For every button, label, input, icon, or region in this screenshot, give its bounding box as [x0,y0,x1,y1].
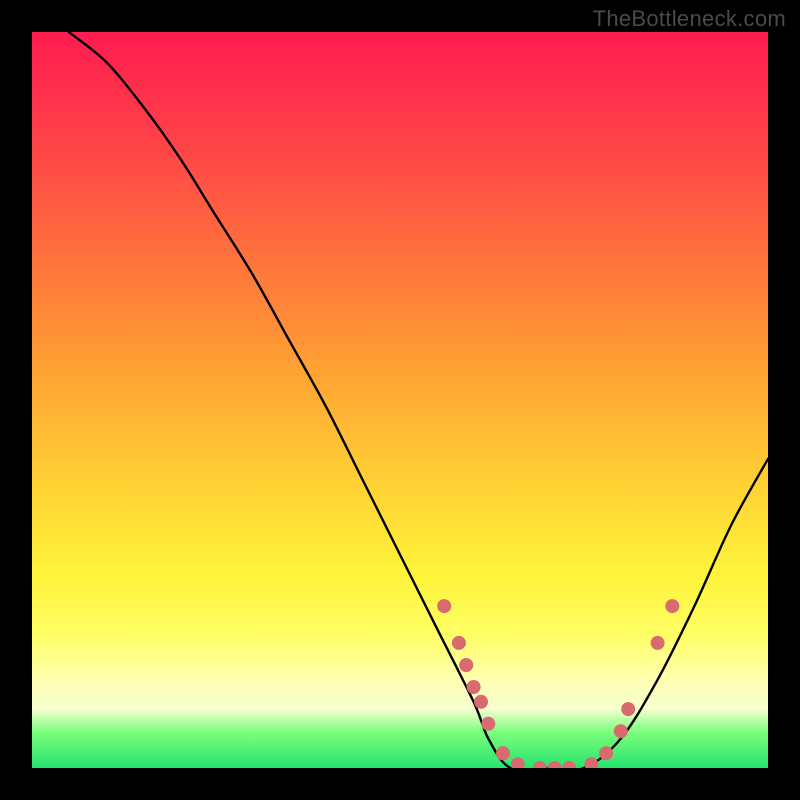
marker-point [467,680,481,694]
marker-point [621,702,635,716]
marker-point [496,746,510,760]
bottleneck-curve [69,32,768,768]
marker-point [665,599,679,613]
watermark-text: TheBottleneck.com [593,6,786,32]
marker-point [459,658,473,672]
highlighted-points [437,599,679,768]
marker-point [562,761,576,768]
marker-point [481,717,495,731]
marker-point [651,636,665,650]
marker-point [474,695,488,709]
curve-layer [32,32,768,768]
plot-area [32,32,768,768]
marker-point [614,724,628,738]
marker-point [437,599,451,613]
marker-point [533,761,547,768]
marker-point [584,757,598,768]
chart-frame: TheBottleneck.com [0,0,800,800]
marker-point [452,636,466,650]
marker-point [599,746,613,760]
marker-point [548,761,562,768]
marker-point [511,757,525,768]
